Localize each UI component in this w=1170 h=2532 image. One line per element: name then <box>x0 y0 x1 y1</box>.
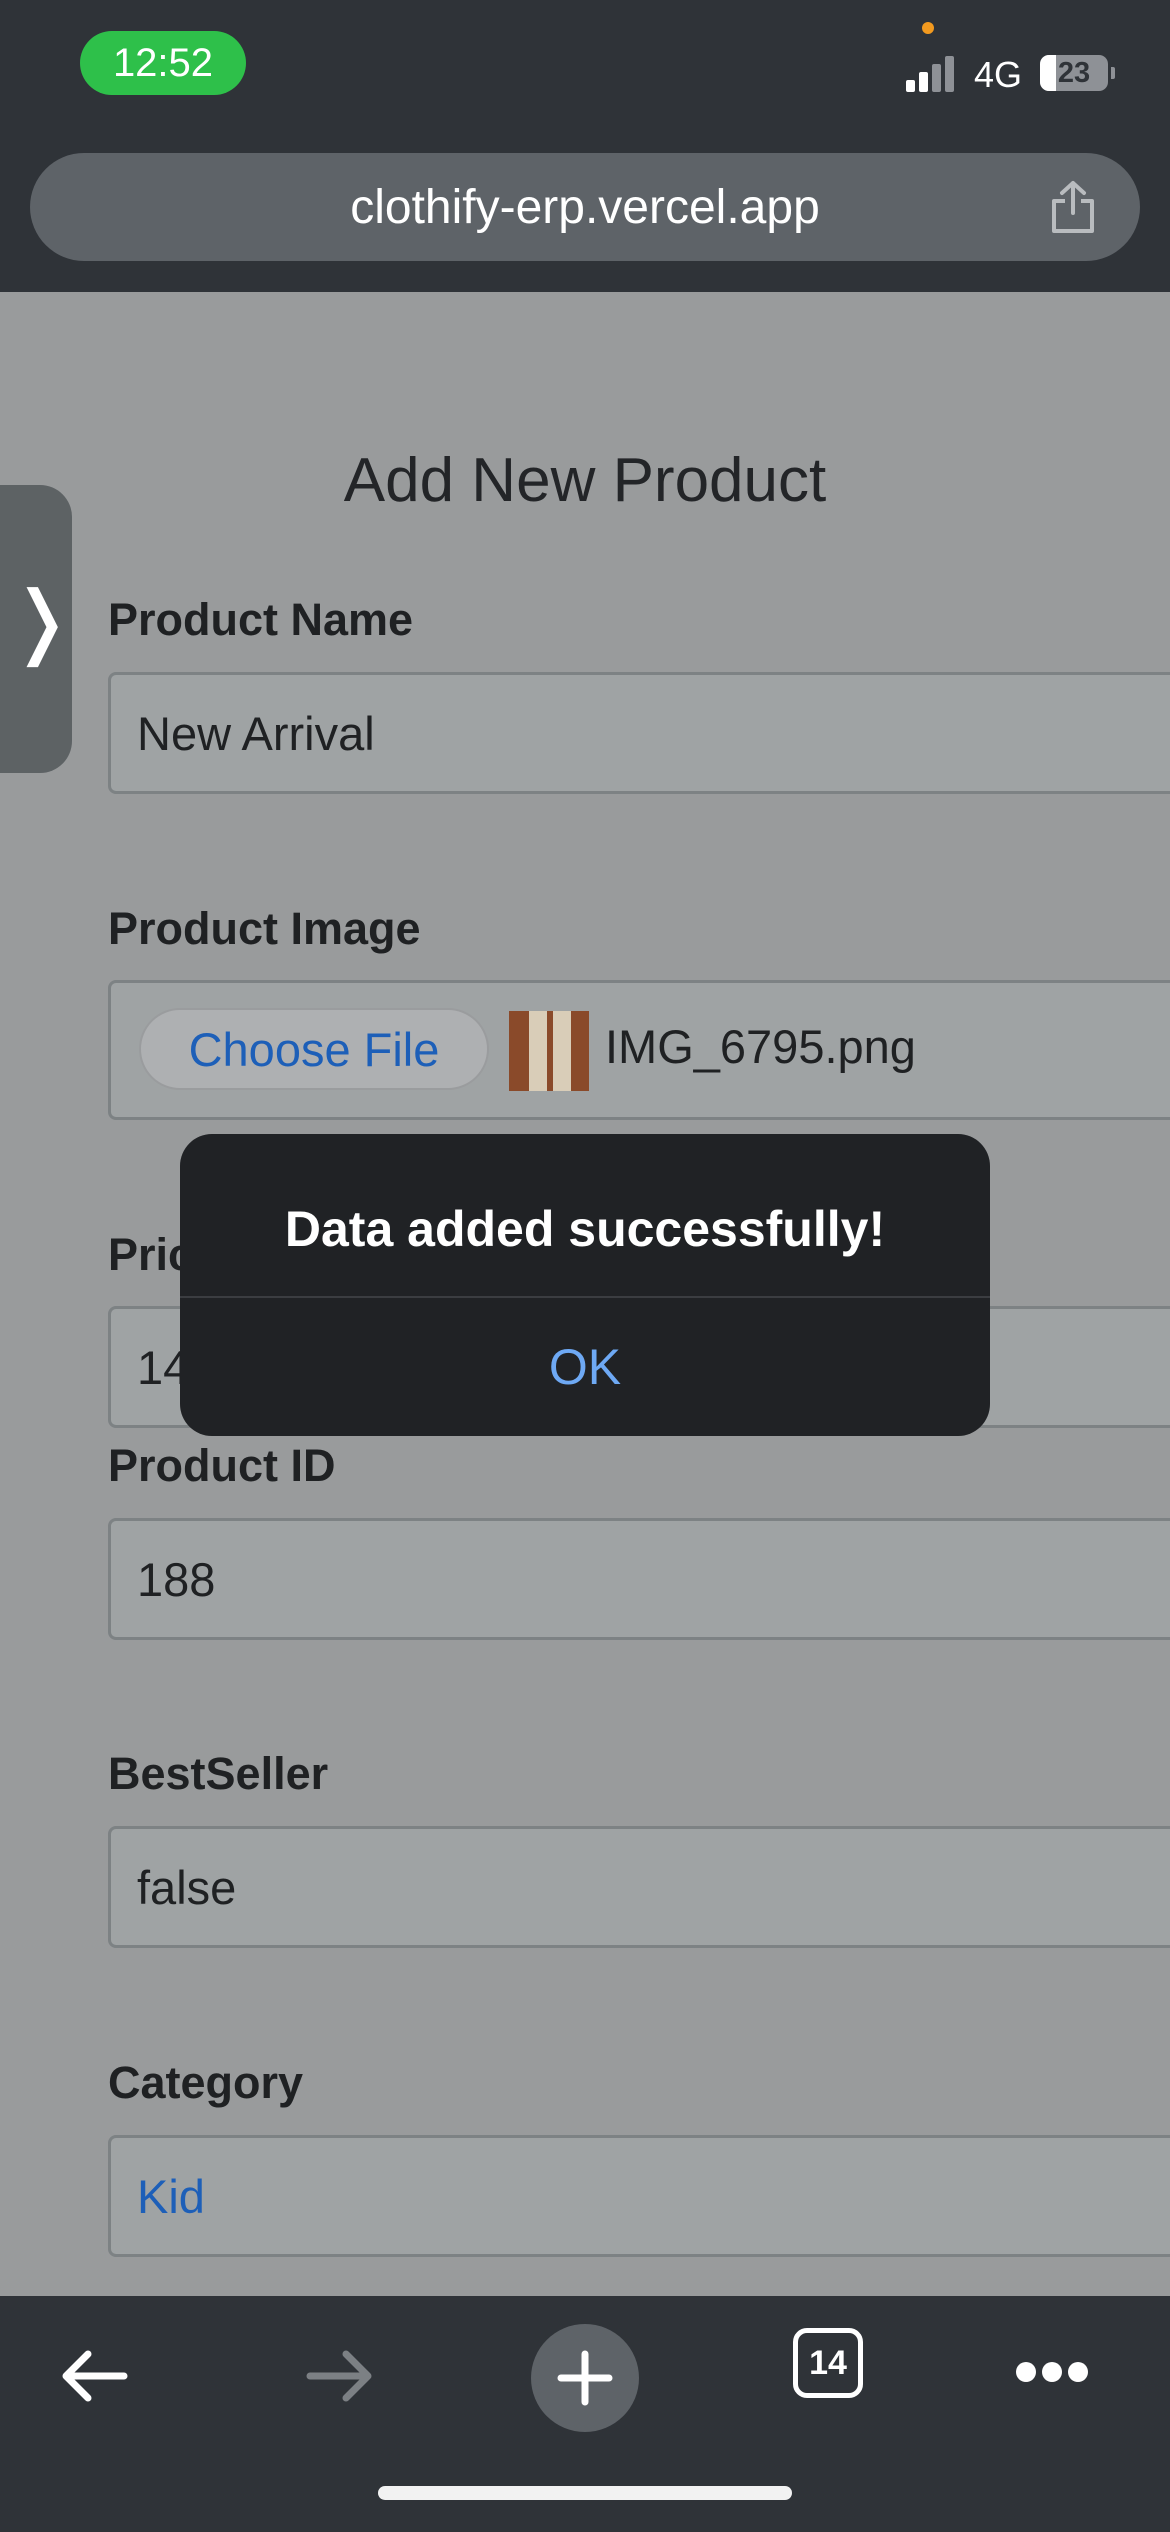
back-arrow-icon[interactable] <box>58 2316 130 2436</box>
network-type: 4G <box>974 54 1023 95</box>
signal-icon <box>906 54 956 92</box>
bestseller-value: false <box>137 1860 237 1914</box>
home-indicator <box>378 2486 792 2500</box>
category-select[interactable]: Kid <box>108 2135 1170 2257</box>
product-name-input[interactable]: New Arrival <box>108 672 1170 794</box>
image-thumbnail <box>509 1011 589 1091</box>
page-title: Add New Product <box>343 446 827 515</box>
battery-level: 23 <box>1057 57 1091 89</box>
url-bar[interactable]: clothify-erp.vercel.app <box>30 153 1140 261</box>
category-label: Category <box>108 2057 304 2108</box>
alert-message: Data added successfully! <box>284 1201 886 1257</box>
category-value: Kid <box>137 2169 205 2223</box>
new-tab-button[interactable] <box>531 2324 639 2432</box>
browser-top-bar: 12:52 4G 23 clothify-erp.vercel.app <box>0 0 1170 292</box>
more-icon[interactable] <box>1016 2362 1088 2382</box>
bestseller-label: BestSeller <box>108 1748 329 1799</box>
forward-arrow-icon[interactable] <box>304 2316 376 2436</box>
plus-icon <box>557 2350 613 2406</box>
product-id-value: 188 <box>137 1552 216 1606</box>
tabs-icon[interactable]: 14 <box>793 2328 863 2398</box>
url-text: clothify-erp.vercel.app <box>350 180 820 234</box>
tab-count: 14 <box>809 2343 847 2382</box>
product-name-value: New Arrival <box>137 706 375 760</box>
battery-icon: 23 <box>1040 55 1115 91</box>
product-image-label: Product Image <box>108 903 421 954</box>
share-icon[interactable] <box>1048 179 1098 235</box>
status-time: 12:52 <box>80 31 246 95</box>
chevron-right-icon: ❭ <box>8 574 76 667</box>
selected-filename: IMG_6795.png <box>605 1020 916 1073</box>
bestseller-input[interactable]: false <box>108 1826 1170 1948</box>
privacy-indicator-dot <box>922 22 934 34</box>
sidebar-toggle[interactable]: ❭ <box>0 485 76 773</box>
choose-file-button[interactable]: Choose File <box>139 1008 489 1090</box>
product-id-label: Product ID <box>108 1440 336 1491</box>
alert-dialog: Data added successfully! OK <box>180 1134 990 1436</box>
product-name-label: Product Name <box>108 594 414 645</box>
product-id-input[interactable]: 188 <box>108 1518 1170 1640</box>
product-image-input[interactable]: Choose File IMG_6795.png <box>108 980 1170 1120</box>
ok-button[interactable]: OK <box>180 1298 990 1436</box>
